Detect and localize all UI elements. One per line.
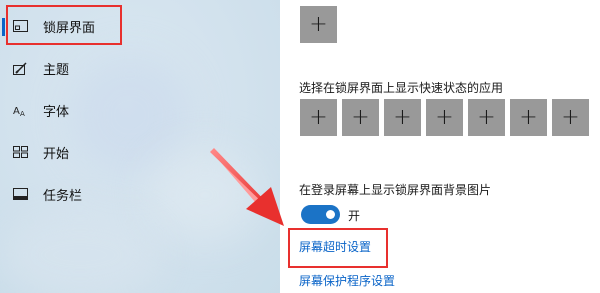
quick-status-label: 选择在锁屏界面上显示快速状态的应用	[299, 81, 504, 95]
main-panel: + 选择在锁屏界面上显示快速状态的应用 + + + + + + + 在登录屏幕上…	[280, 0, 600, 293]
sidebar-item-font[interactable]: AA 字体	[0, 90, 280, 130]
theme-brush-icon	[12, 61, 28, 75]
annotation-highlight-box	[288, 228, 388, 268]
add-app-button[interactable]: +	[300, 6, 337, 43]
annotation-highlight-box	[6, 5, 122, 45]
add-quick-status-app-button[interactable]: +	[510, 99, 547, 136]
sidebar-item-label: 字体	[43, 105, 70, 120]
add-quick-status-app-button[interactable]: +	[384, 99, 421, 136]
sidebar-item-label: 开始	[43, 147, 70, 162]
toggle-state-label: 开	[348, 209, 361, 223]
background-toggle[interactable]	[301, 205, 340, 224]
font-icon: AA	[12, 103, 28, 117]
sidebar-item-label: 任务栏	[43, 189, 83, 204]
add-quick-status-app-button[interactable]: +	[342, 99, 379, 136]
add-quick-status-app-button[interactable]: +	[300, 99, 337, 136]
add-quick-status-app-button[interactable]: +	[468, 99, 505, 136]
start-icon	[12, 145, 28, 159]
taskbar-icon	[12, 187, 28, 201]
add-quick-status-app-button[interactable]: +	[552, 99, 589, 136]
background-blur	[0, 210, 160, 293]
sidebar-item-start[interactable]: 开始	[0, 132, 280, 172]
sidebar-item-taskbar[interactable]: 任务栏	[0, 174, 280, 214]
add-quick-status-app-button[interactable]: +	[426, 99, 463, 136]
svg-text:A: A	[13, 106, 20, 117]
screen-saver-link[interactable]: 屏幕保护程序设置	[299, 272, 395, 289]
sidebar-item-theme[interactable]: 主题	[0, 48, 280, 88]
background-setting-label: 在登录屏幕上显示锁屏界面背景图片	[299, 183, 492, 197]
toggle-knob	[326, 210, 335, 219]
sidebar-item-label: 主题	[43, 63, 70, 78]
svg-text:A: A	[20, 110, 25, 117]
active-indicator	[2, 18, 5, 36]
sidebar: 锁屏界面 主题 AA 字体 开始 任务栏	[0, 0, 280, 293]
